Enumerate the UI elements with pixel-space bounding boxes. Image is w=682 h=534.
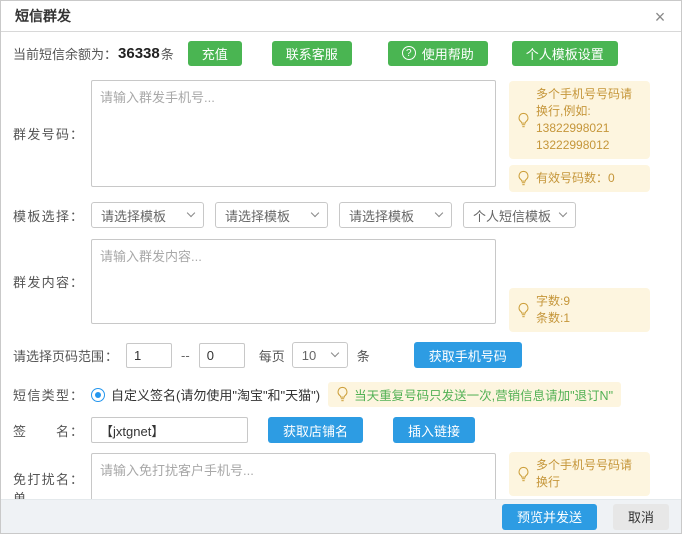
lightbulb-icon — [517, 302, 530, 319]
signature-input[interactable] — [91, 417, 248, 443]
per-page-unit: 条 — [357, 346, 370, 365]
sms-type-row: 短信类型： 自定义签名(请勿使用"淘宝"和"天猫") 当天重复号码只发送一次,营… — [1, 382, 681, 407]
signature-label: 签名： — [13, 421, 83, 440]
close-icon[interactable]: × — [647, 4, 673, 30]
chevron-down-icon — [311, 209, 319, 217]
char-count-tip: 字数:9 条数:1 — [509, 288, 650, 332]
lightbulb-icon — [517, 170, 530, 187]
content-label: 群发内容： — [13, 272, 83, 291]
template-select-2[interactable]: 请选择模板 — [215, 202, 328, 228]
page-range-label: 请选择页码范围： — [13, 346, 118, 365]
fetch-phone-numbers-button[interactable]: 获取手机号码 — [414, 342, 522, 368]
sms-type-tip: 当天重复号码只发送一次,营销信息请加"退订N" — [328, 382, 621, 407]
page-size-select[interactable]: 10 — [292, 342, 348, 368]
valid-count-tip: 有效号码数：0 — [509, 165, 650, 192]
sms-bulk-dialog: 短信群发 × 当前短信余额为：36338条 充值 联系客服 ?使用帮助 个人模板… — [0, 0, 682, 534]
template-row: 模板选择： 请选择模板 请选择模板 请选择模板 个人短信模板 — [1, 202, 681, 228]
sms-type-label: 短信类型： — [13, 385, 83, 404]
lightbulb-icon — [336, 386, 349, 403]
personal-template-settings-button[interactable]: 个人模板设置 — [512, 41, 618, 66]
balance-label: 当前短信余额为： — [13, 44, 117, 63]
chevron-down-icon — [187, 209, 195, 217]
help-button[interactable]: ?使用帮助 — [388, 41, 488, 66]
get-shop-name-button[interactable]: 获取店铺名 — [268, 417, 363, 443]
msg-count-text: 条数:1 — [536, 310, 570, 327]
custom-signature-radio-label: 自定义签名(请勿使用"淘宝"和"天猫") — [111, 385, 320, 404]
numbers-tip: 多个手机号号码请换行,例如: 13822998021 13222998012 — [509, 81, 650, 159]
numbers-label: 群发号码： — [13, 124, 83, 143]
preview-and-send-button[interactable]: 预览并发送 — [502, 504, 597, 530]
balance-row: 当前短信余额为：36338条 充值 联系客服 ?使用帮助 个人模板设置 — [1, 40, 681, 66]
page-range-row: 请选择页码范围： -- 每页 10 条 获取手机号码 — [1, 342, 681, 368]
custom-signature-radio[interactable] — [91, 388, 105, 402]
chevron-down-icon — [330, 349, 338, 357]
numbers-tip-example: 13822998021 — [536, 120, 642, 137]
dialog-footer: 预览并发送 取消 — [1, 499, 681, 533]
template-select-3[interactable]: 请选择模板 — [339, 202, 452, 228]
valid-count-text: 有效号码数：0 — [536, 170, 615, 187]
numbers-tip-example: 13222998012 — [536, 137, 642, 154]
balance-unit: 条 — [161, 44, 174, 63]
lightbulb-icon — [517, 112, 530, 129]
cancel-button[interactable]: 取消 — [613, 504, 669, 530]
personal-template-select[interactable]: 个人短信模板 — [463, 202, 576, 228]
dnd-tip-text: 多个手机号号码请换行 — [536, 457, 642, 491]
contact-support-button[interactable]: 联系客服 — [272, 41, 352, 66]
question-mark-icon: ? — [402, 46, 416, 60]
per-page-label: 每页 — [259, 346, 285, 365]
char-count-text: 字数:9 — [536, 293, 570, 310]
page-to-input[interactable] — [199, 343, 245, 368]
range-dash: -- — [181, 348, 190, 363]
chevron-down-icon — [435, 209, 443, 217]
numbers-textarea[interactable] — [91, 80, 496, 187]
dnd-tip: 多个手机号号码请换行 — [509, 452, 650, 496]
dialog-title: 短信群发 — [15, 8, 71, 24]
insert-link-button[interactable]: 插入链接 — [393, 417, 475, 443]
recharge-button[interactable]: 充值 — [188, 41, 242, 66]
signature-row: 签名： 获取店铺名 插入链接 — [1, 417, 681, 443]
chevron-down-icon — [559, 209, 567, 217]
numbers-tip-text: 多个手机号号码请换行,例如: — [536, 86, 642, 120]
balance-amount: 36338 — [117, 45, 161, 62]
content-textarea[interactable] — [91, 239, 496, 324]
template-label: 模板选择： — [13, 206, 83, 225]
dialog-header: 短信群发 × — [1, 1, 681, 32]
lightbulb-icon — [517, 466, 530, 483]
page-from-input[interactable] — [126, 343, 172, 368]
template-select-1[interactable]: 请选择模板 — [91, 202, 204, 228]
